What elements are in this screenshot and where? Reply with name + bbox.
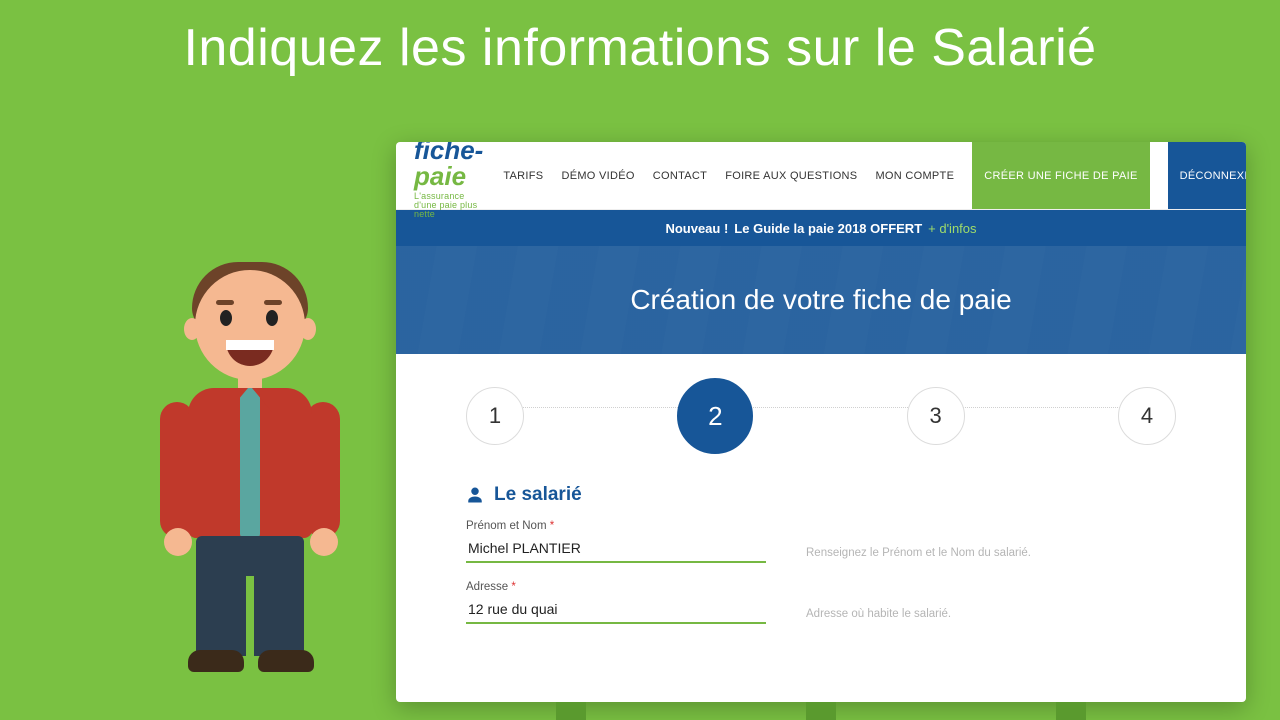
promo-text: Le Guide la paie 2018 OFFERT bbox=[734, 221, 922, 236]
field-name-hint: Renseignez le Prénom et le Nom du salari… bbox=[806, 547, 1176, 563]
character-illustration bbox=[140, 270, 360, 700]
nav-demo-video[interactable]: DÉMO VIDÉO bbox=[561, 170, 634, 182]
nav-creer-fiche[interactable]: CRÉER UNE FICHE DE PAIE bbox=[972, 142, 1149, 209]
nav-faq[interactable]: FOIRE AUX QUESTIONS bbox=[725, 170, 857, 182]
field-name: Prénom et Nom * bbox=[466, 520, 766, 563]
logo-tagline: L'assurance d'une paie plus nette bbox=[414, 192, 483, 219]
decorative-footer-stripes bbox=[396, 702, 1246, 720]
main-nav: TARIFS DÉMO VIDÉO CONTACT FOIRE AUX QUES… bbox=[503, 142, 1246, 209]
required-mark: * bbox=[550, 520, 554, 532]
logo[interactable]: net fiche-paie L'assurance d'une paie pl… bbox=[414, 142, 483, 219]
field-address-label: Adresse * bbox=[466, 581, 766, 593]
nav-deconnexion[interactable]: DÉCONNEXION bbox=[1168, 142, 1246, 209]
promo-prefix: Nouveau ! bbox=[665, 221, 728, 236]
page-headline: Indiquez les informations sur le Salarié bbox=[0, 18, 1280, 78]
step-1[interactable]: 1 bbox=[466, 387, 524, 445]
nav-contact[interactable]: CONTACT bbox=[653, 170, 707, 182]
nav-tarifs[interactable]: TARIFS bbox=[503, 170, 543, 182]
field-address: Adresse * bbox=[466, 581, 766, 624]
app-window: net fiche-paie L'assurance d'une paie pl… bbox=[396, 142, 1246, 702]
step-3[interactable]: 3 bbox=[907, 387, 965, 445]
promo-banner[interactable]: Nouveau ! Le Guide la paie 2018 OFFERT +… bbox=[396, 210, 1246, 246]
user-icon bbox=[466, 486, 484, 504]
required-mark: * bbox=[511, 581, 515, 593]
step-indicator: 1 2 3 4 bbox=[396, 354, 1246, 462]
form-area: Le salarié Prénom et Nom * Renseignez le… bbox=[396, 462, 1246, 624]
step-2[interactable]: 2 bbox=[677, 378, 753, 454]
step-4[interactable]: 4 bbox=[1118, 387, 1176, 445]
logo-main: fiche-paie bbox=[414, 142, 483, 189]
section-title: Le salarié bbox=[466, 484, 1176, 506]
address-input[interactable] bbox=[466, 597, 766, 624]
hero-title: Création de votre fiche de paie bbox=[396, 246, 1246, 354]
top-bar: net fiche-paie L'assurance d'une paie pl… bbox=[396, 142, 1246, 210]
section-title-text: Le salarié bbox=[494, 484, 582, 506]
field-row-address: Adresse * Adresse où habite le salarié. bbox=[466, 581, 1176, 624]
field-address-hint: Adresse où habite le salarié. bbox=[806, 608, 1176, 624]
nav-mon-compte[interactable]: MON COMPTE bbox=[875, 170, 954, 182]
field-row-name: Prénom et Nom * Renseignez le Prénom et … bbox=[466, 520, 1176, 563]
promo-more-link[interactable]: + d'infos bbox=[928, 221, 976, 236]
field-name-label: Prénom et Nom * bbox=[466, 520, 766, 532]
name-input[interactable] bbox=[466, 536, 766, 563]
